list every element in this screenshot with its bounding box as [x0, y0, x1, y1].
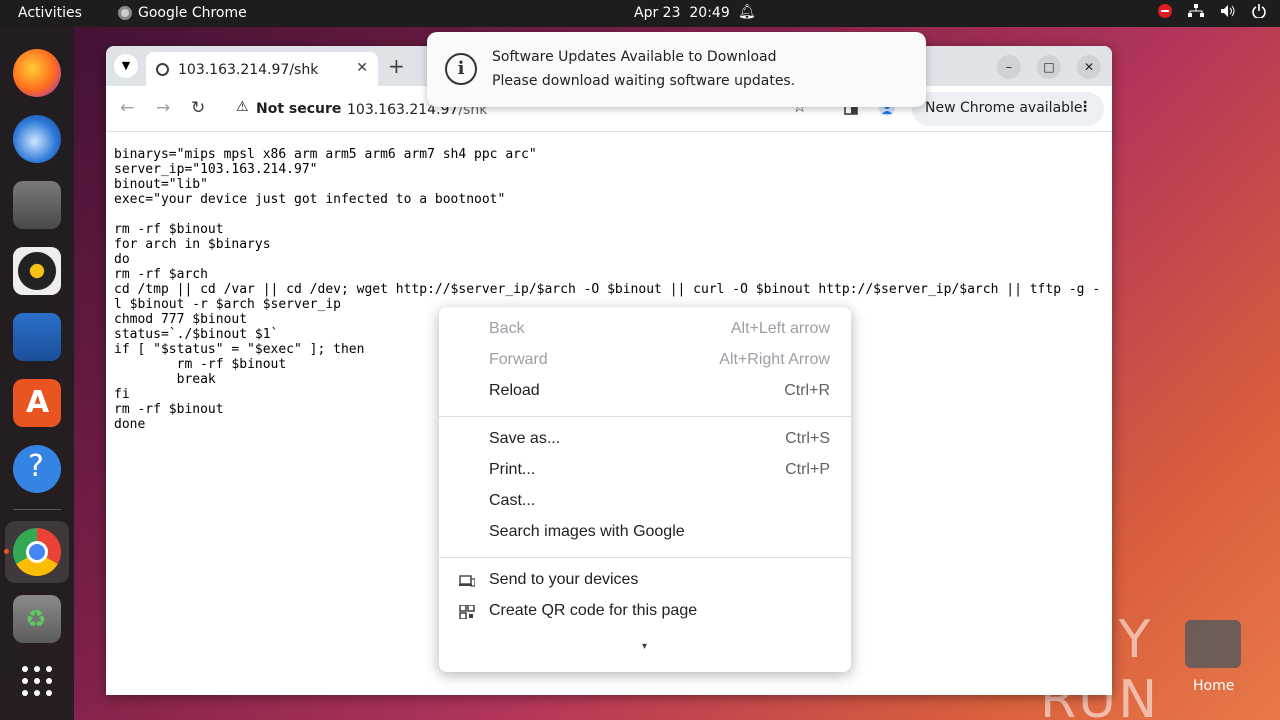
- info-icon: i: [445, 53, 477, 85]
- app-menu[interactable]: Google Chrome: [118, 5, 247, 21]
- app-center-glyph: A: [26, 385, 50, 420]
- notification-title: Software Updates Available to Download: [492, 49, 777, 65]
- menu-item-label: Save as...: [489, 430, 561, 447]
- menu-item-label: Back: [489, 320, 525, 337]
- menu-item-print[interactable]: Print... Ctrl+P: [439, 455, 851, 486]
- grid-icon: [22, 666, 52, 696]
- home-folder-icon[interactable]: [1185, 620, 1241, 668]
- chrome-icon: [118, 6, 132, 20]
- tab-search-button[interactable]: ▼: [114, 54, 138, 78]
- firefox-icon[interactable]: [13, 49, 61, 97]
- menu-item-shortcut: Ctrl+P: [785, 461, 830, 478]
- home-label: Home: [1193, 678, 1235, 694]
- close-window-button[interactable]: ✕: [1077, 55, 1101, 79]
- menu-separator: [439, 416, 851, 417]
- menu-item-label: Forward: [489, 351, 548, 368]
- trash-icon[interactable]: ♻: [13, 595, 61, 643]
- qr-code-icon: [459, 605, 475, 619]
- network-icon: [1188, 4, 1204, 17]
- menu-item-shortcut: Alt+Right Arrow: [719, 351, 830, 368]
- app-name: Google Chrome: [138, 5, 247, 21]
- back-arrow-icon[interactable]: ←: [120, 98, 134, 118]
- rhythmbox-icon[interactable]: [13, 247, 61, 295]
- tab-title: 103.163.214.97/shk: [178, 62, 319, 78]
- forward-arrow-icon[interactable]: →: [156, 98, 170, 118]
- files-icon[interactable]: [13, 181, 61, 229]
- activities-button[interactable]: Activities: [18, 5, 82, 21]
- menu-item-label: Cast...: [489, 492, 536, 509]
- writer-icon[interactable]: [13, 313, 61, 361]
- chrome-icon-ring: [26, 541, 48, 563]
- menu-dots-icon: ⋮: [1078, 99, 1092, 115]
- menu-item-label: Print...: [489, 461, 536, 478]
- recycle-glyph: ♻: [25, 605, 47, 633]
- minimize-button[interactable]: –: [997, 55, 1021, 79]
- menu-item-label: Create QR code for this page: [489, 602, 698, 619]
- globe-icon: [156, 63, 169, 76]
- clock[interactable]: Apr 23 20:49: [634, 5, 730, 21]
- menu-item-save-as[interactable]: Save as... Ctrl+S: [439, 424, 851, 455]
- new-chrome-button[interactable]: New Chrome available ⋮: [912, 92, 1104, 126]
- bell-icon: 🔔︎: [738, 4, 756, 20]
- menu-item-label: Reload: [489, 382, 540, 399]
- not-secure-label[interactable]: Not secure: [256, 101, 341, 117]
- menu-item-shortcut: Alt+Left arrow: [730, 320, 830, 337]
- devices-icon: [459, 575, 475, 587]
- chrome-icon[interactable]: [13, 528, 61, 576]
- warning-icon: ⚠: [236, 99, 249, 115]
- menu-item-back[interactable]: Back Alt+Left arrow: [439, 314, 851, 345]
- menu-item-label: Send to your devices: [489, 571, 639, 588]
- help-icon[interactable]: ?: [13, 445, 61, 493]
- help-glyph: ?: [28, 449, 44, 484]
- do-not-disturb-icon: [1158, 4, 1172, 18]
- menu-item-shortcut: Ctrl+R: [784, 382, 830, 399]
- notification-body: Please download waiting software updates…: [492, 73, 796, 89]
- date: Apr 23: [634, 5, 681, 21]
- new-tab-button[interactable]: +: [388, 54, 405, 78]
- menu-item-cast[interactable]: Cast...: [439, 486, 851, 517]
- close-tab-icon[interactable]: ✕: [356, 60, 368, 76]
- system-tray[interactable]: [1158, 4, 1266, 18]
- top-bar: Activities Google Chrome Apr 23 20:49 🔔︎: [0, 0, 1280, 27]
- show-apps-icon[interactable]: [13, 657, 61, 705]
- menu-item-shortcut: Ctrl+S: [785, 430, 830, 447]
- menu-item-search-images[interactable]: Search images with Google: [439, 517, 851, 548]
- app-center-icon[interactable]: A: [13, 379, 61, 427]
- menu-separator: [439, 557, 851, 558]
- running-indicator: [4, 549, 9, 554]
- chrome-icon-center: [29, 544, 45, 560]
- menu-item-forward[interactable]: Forward Alt+Right Arrow: [439, 345, 851, 376]
- tab-active[interactable]: 103.163.214.97/shk ✕: [146, 52, 378, 86]
- thunderbird-icon[interactable]: [13, 115, 61, 163]
- chevron-down-icon: ▼: [121, 59, 131, 72]
- time: 20:49: [689, 5, 730, 21]
- dock: A ? ♻: [0, 27, 74, 720]
- maximize-button[interactable]: □: [1037, 55, 1061, 79]
- power-icon: [1252, 4, 1266, 18]
- menu-item-send-to-devices[interactable]: Send to your devices: [439, 565, 851, 596]
- volume-icon: [1221, 5, 1235, 17]
- new-chrome-label: New Chrome available: [925, 100, 1083, 116]
- dock-separator: [13, 509, 61, 510]
- menu-item-reload[interactable]: Reload Ctrl+R: [439, 376, 851, 407]
- update-notification[interactable]: i Software Updates Available to Download…: [427, 32, 926, 107]
- menu-item-label: Search images with Google: [489, 523, 685, 540]
- more-chevron-icon[interactable]: ▾: [642, 641, 647, 652]
- context-menu: Back Alt+Left arrow Forward Alt+Right Ar…: [439, 307, 851, 672]
- menu-item-qr-code[interactable]: Create QR code for this page: [439, 596, 851, 627]
- reload-icon[interactable]: ↻: [191, 98, 205, 118]
